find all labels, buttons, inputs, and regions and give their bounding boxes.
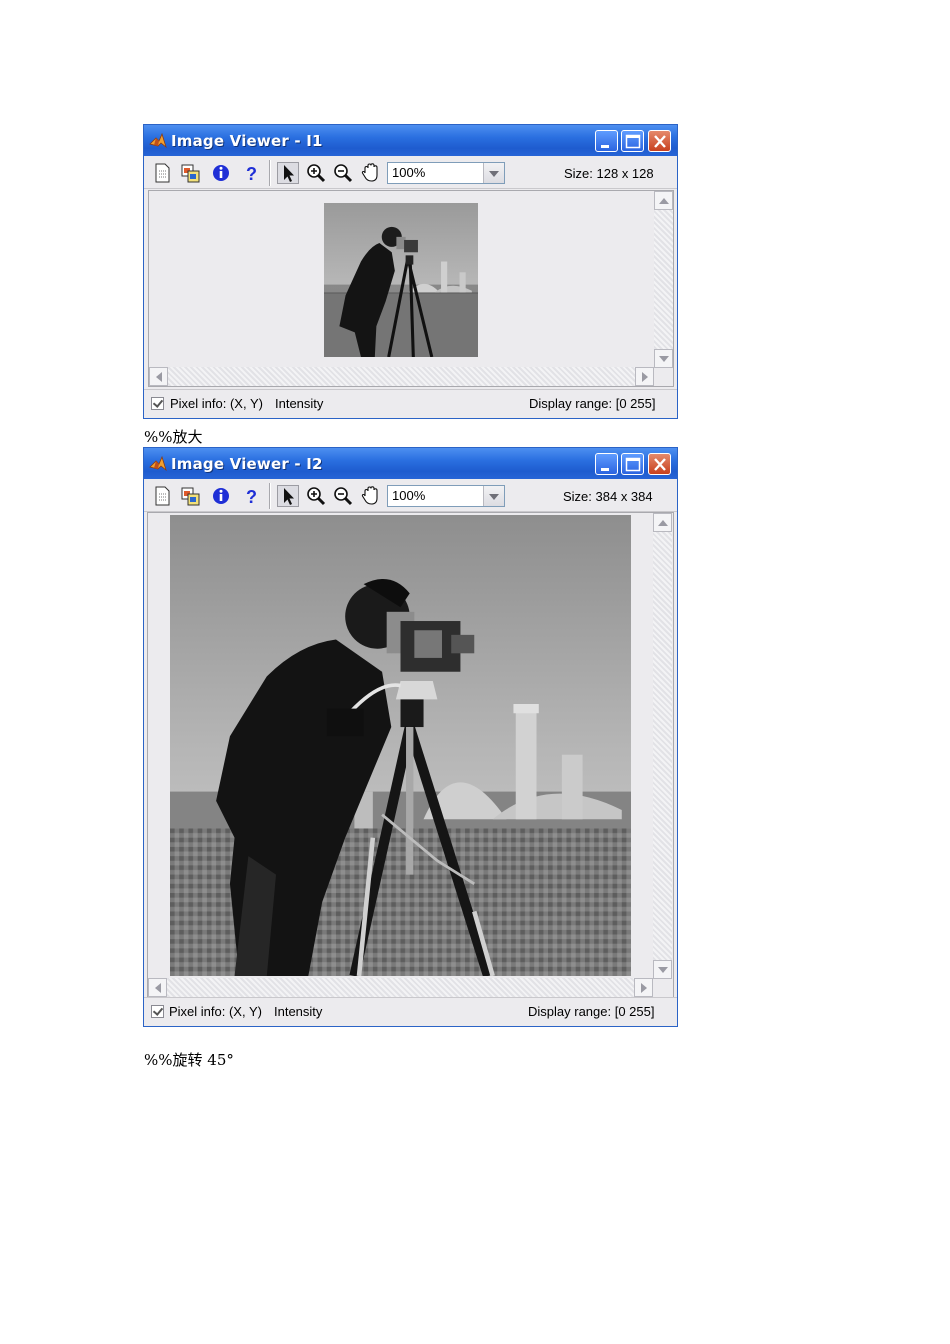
export-image-icon[interactable] <box>180 162 202 184</box>
matlab-logo-icon <box>149 455 167 472</box>
vertical-scrollbar[interactable] <box>653 513 672 979</box>
image-view-area <box>147 512 674 998</box>
help-icon[interactable]: ? <box>240 162 262 184</box>
chevron-down-icon[interactable] <box>483 486 504 506</box>
pixel-info-label: Pixel info: (X, Y) <box>170 396 263 411</box>
display-range-label: Display range: [0 255] <box>528 1004 655 1019</box>
info-icon[interactable] <box>210 162 232 184</box>
cameraman-image-large <box>170 515 631 976</box>
minimize-button[interactable] <box>595 453 618 475</box>
rotate-caption: %%旋转 45° <box>144 1051 234 1069</box>
image-size-label: Size: 128 x 128 <box>564 166 654 181</box>
intensity-label: Intensity <box>274 1004 323 1019</box>
image-viewer-window-1: Image Viewer - I1 ? 100% Size: 128 x 128… <box>143 124 678 419</box>
image-viewer-window-2: Image Viewer - I2 ? 100% Size: 384 x 384… <box>143 447 678 1027</box>
pixel-info-checkbox[interactable] <box>151 397 164 410</box>
zoom-level-select[interactable]: 100% <box>387 485 505 507</box>
help-icon[interactable]: ? <box>240 485 262 507</box>
zoom-out-icon[interactable] <box>332 162 354 184</box>
zoom-in-icon[interactable] <box>305 162 327 184</box>
select-pointer-icon[interactable] <box>277 162 299 184</box>
title-bar[interactable]: Image Viewer - I2 <box>144 448 677 479</box>
svg-text:?: ? <box>246 487 257 507</box>
minimize-button[interactable] <box>595 130 618 152</box>
scroll-down-button[interactable] <box>653 960 672 979</box>
new-figure-icon[interactable] <box>151 485 173 507</box>
pixel-info-label: Pixel info: (X, Y) <box>169 1004 262 1019</box>
title-bar[interactable]: Image Viewer - I1 <box>144 125 677 156</box>
window-title: Image Viewer - I2 <box>171 455 323 473</box>
status-bar: Pixel info: (X, Y) Intensity Display ran… <box>144 389 677 418</box>
maximize-button[interactable] <box>621 453 644 475</box>
horizontal-scrollbar[interactable] <box>148 978 653 997</box>
pan-hand-icon[interactable] <box>360 485 382 507</box>
pixel-info-checkbox[interactable] <box>151 1005 164 1018</box>
zoom-out-icon[interactable] <box>332 485 354 507</box>
pan-hand-icon[interactable] <box>360 162 382 184</box>
scroll-up-button[interactable] <box>654 191 673 210</box>
zoom-level-value: 100% <box>392 165 426 180</box>
export-image-icon[interactable] <box>180 485 202 507</box>
zoom-in-icon[interactable] <box>305 485 327 507</box>
svg-text:?: ? <box>246 164 257 184</box>
toolbar-separator <box>269 160 271 186</box>
intensity-label: Intensity <box>275 396 324 411</box>
image-size-label: Size: 384 x 384 <box>563 489 653 504</box>
close-button[interactable] <box>648 130 671 152</box>
scroll-left-button[interactable] <box>148 978 167 997</box>
new-figure-icon[interactable] <box>151 162 173 184</box>
window-title: Image Viewer - I1 <box>171 132 323 150</box>
status-bar: Pixel info: (X, Y) Intensity Display ran… <box>144 997 677 1026</box>
maximize-button[interactable] <box>621 130 644 152</box>
scroll-left-button[interactable] <box>149 367 168 386</box>
select-pointer-icon[interactable] <box>277 485 299 507</box>
cameraman-image-small <box>324 203 478 357</box>
chevron-down-icon[interactable] <box>483 163 504 183</box>
toolbar: ? 100% Size: 128 x 128 <box>144 156 677 189</box>
toolbar-separator <box>269 483 271 509</box>
scroll-right-button[interactable] <box>634 978 653 997</box>
zoom-level-value: 100% <box>392 488 426 503</box>
scroll-right-button[interactable] <box>635 367 654 386</box>
toolbar: ? 100% Size: 384 x 384 <box>144 479 677 512</box>
vertical-scrollbar[interactable] <box>654 191 673 368</box>
scroll-down-button[interactable] <box>654 349 673 368</box>
close-button[interactable] <box>648 453 671 475</box>
scroll-up-button[interactable] <box>653 513 672 532</box>
matlab-logo-icon <box>149 132 167 149</box>
display-range-label: Display range: [0 255] <box>529 396 656 411</box>
info-icon[interactable] <box>210 485 232 507</box>
image-view-area <box>148 190 674 387</box>
zoom-caption: %%放大 <box>144 428 203 446</box>
zoom-level-select[interactable]: 100% <box>387 162 505 184</box>
horizontal-scrollbar[interactable] <box>149 367 654 386</box>
